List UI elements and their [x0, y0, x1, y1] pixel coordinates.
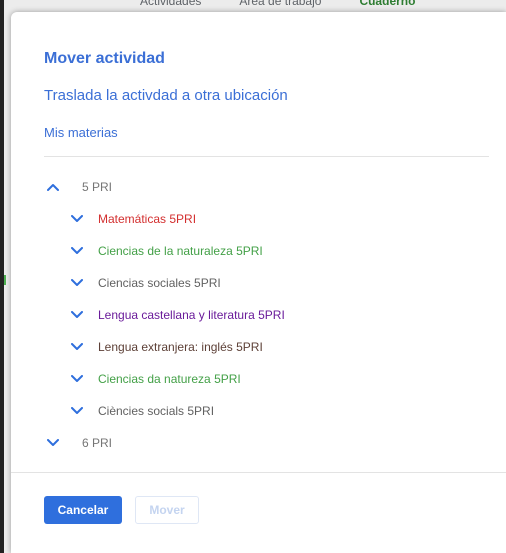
chevron-down-icon[interactable]	[68, 306, 86, 324]
breadcrumb-mis-materias[interactable]: Mis materias	[44, 125, 118, 140]
tree-item[interactable]: Matemáticas 5PRI	[11, 205, 506, 233]
tree-item-label: Lengua castellana y literatura 5PRI	[98, 308, 285, 322]
background-left-marker	[4, 275, 6, 285]
tree-item-label: Ciencias sociales 5PRI	[98, 276, 221, 290]
chevron-down-icon[interactable]	[68, 210, 86, 228]
tree-item[interactable]: Ciencias de la naturaleza 5PRI	[11, 237, 506, 265]
tree-item-label: Matemáticas 5PRI	[98, 212, 197, 226]
divider-top	[44, 156, 489, 157]
chevron-down-icon[interactable]	[68, 370, 86, 388]
tree-item-label: 6 PRI	[82, 436, 113, 450]
chevron-up-icon[interactable]	[44, 178, 62, 196]
tree-item-label: Ciències socials 5PRI	[98, 404, 215, 418]
chevron-down-icon[interactable]	[68, 402, 86, 420]
tree-item[interactable]: 5 PRI	[11, 173, 506, 201]
chevron-down-icon[interactable]	[68, 242, 86, 260]
tree-item[interactable]: Ciències socials 5PRI	[11, 397, 506, 425]
chevron-down-icon[interactable]	[68, 338, 86, 356]
dialog-subtitle: Traslada la activdad a otra ubicación	[44, 87, 288, 104]
move-button: Mover	[135, 496, 199, 524]
chevron-down-icon[interactable]	[44, 434, 62, 452]
divider-bottom	[11, 472, 506, 473]
tree-item[interactable]: Lengua extranjera: inglés 5PRI	[11, 333, 506, 361]
cancel-button[interactable]: Cancelar	[44, 496, 122, 524]
chevron-down-icon[interactable]	[68, 274, 86, 292]
tree-item[interactable]: Ciencias da natureza 5PRI	[11, 365, 506, 393]
background-tab-cuaderno: Cuaderno	[359, 0, 416, 8]
background-tab-actividades: Actividades	[140, 0, 202, 8]
move-activity-dialog: Mover actividad Traslada la activdad a o…	[11, 12, 506, 553]
tree-item[interactable]: Lengua castellana y literatura 5PRI	[11, 301, 506, 329]
tree-item-label: Lengua extranjera: inglés 5PRI	[98, 340, 263, 354]
background-tab-area: Área de trabajo	[239, 0, 322, 8]
tree-item-label: Ciencias de la naturaleza 5PRI	[98, 244, 263, 258]
tree-item-label: 5 PRI	[82, 180, 113, 194]
background-tabs: Actividades Área de trabajo Cuaderno	[140, 0, 415, 8]
tree-item[interactable]: Ciencias sociales 5PRI	[11, 269, 506, 297]
tree-item[interactable]: 6 PRI	[11, 429, 506, 457]
dialog-title: Mover actividad	[44, 50, 165, 67]
tree-item-label: Ciencias da natureza 5PRI	[98, 372, 241, 386]
